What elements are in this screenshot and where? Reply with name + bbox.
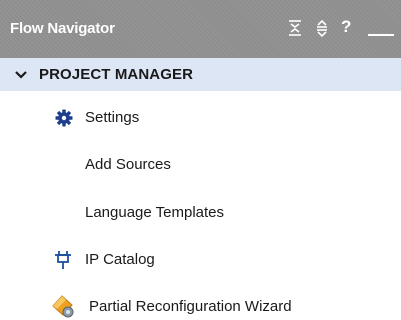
flow-navigator-panel: Flow Navigator ? PROJECT MANAGER Setting… [0, 0, 401, 320]
section-project-manager[interactable]: PROJECT MANAGER [0, 58, 401, 91]
panel-titlebar: Flow Navigator ? [0, 0, 401, 58]
collapse-all-icon[interactable] [286, 18, 304, 38]
gear-icon [55, 109, 73, 132]
nav-item-ip-catalog[interactable]: IP Catalog [0, 240, 401, 280]
expand-all-icon[interactable] [313, 18, 331, 38]
nav-item-label: Language Templates [85, 204, 224, 221]
nav-item-add-sources[interactable]: Add Sources [0, 145, 401, 185]
nav-item-label: Add Sources [85, 156, 171, 173]
wizard-icon [52, 295, 76, 320]
nav-item-language-templates[interactable]: Language Templates [0, 193, 401, 233]
nav-item-label: IP Catalog [85, 251, 155, 268]
nav-item-settings[interactable]: Settings [0, 98, 401, 138]
help-icon[interactable]: ? [341, 17, 359, 37]
nav-item-label: Partial Reconfiguration Wizard [89, 298, 292, 315]
minimize-icon[interactable] [364, 18, 394, 38]
panel-title: Flow Navigator [10, 20, 115, 37]
nav-item-label: Settings [85, 109, 140, 126]
ip-plug-icon [54, 250, 72, 275]
nav-item-partial-reconfiguration-wizard[interactable]: Partial Reconfiguration Wizard [0, 287, 401, 320]
chevron-down-icon[interactable] [14, 68, 28, 82]
section-label: PROJECT MANAGER [39, 66, 194, 83]
